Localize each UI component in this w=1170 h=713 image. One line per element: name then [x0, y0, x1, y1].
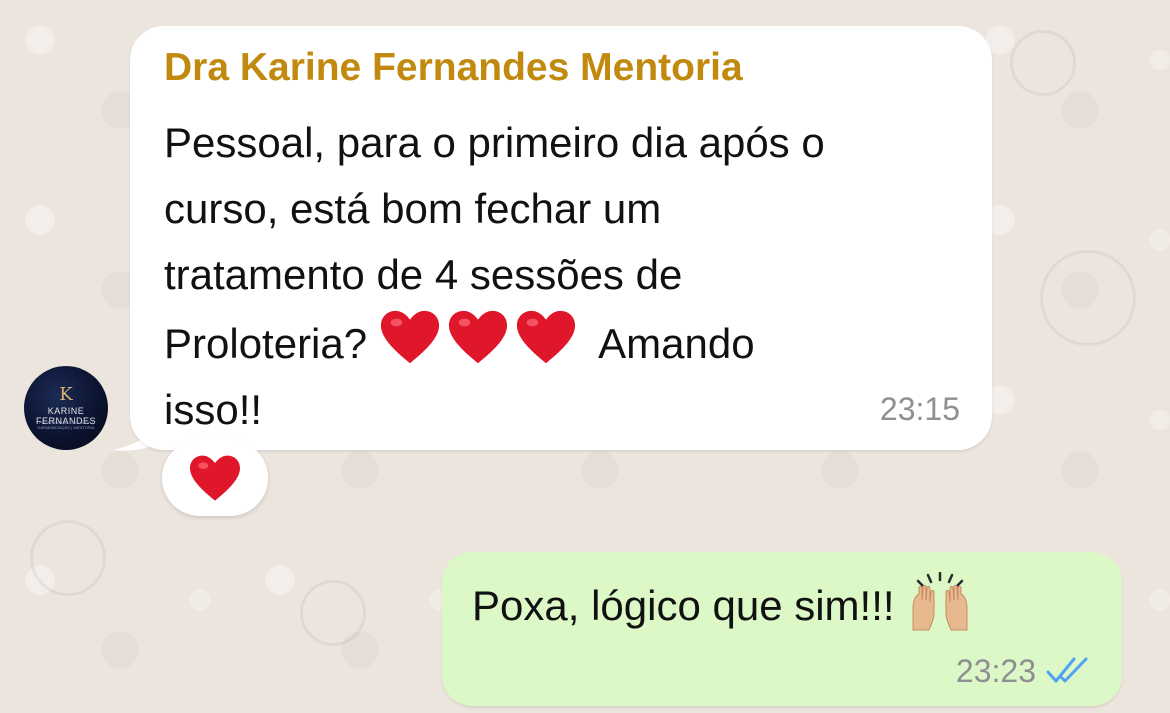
wallpaper-doodle	[300, 580, 366, 646]
message-timestamp: 23:23	[955, 653, 1036, 689]
message-fragment: Proloteria?	[164, 320, 368, 367]
message-line: tratamento de 4 sessões de	[164, 251, 683, 298]
avatar-tagline: PROFISSIONAL EM SAÚDE | HARMONIZAÇÃO | M…	[37, 420, 95, 430]
heart-reaction-icon	[190, 455, 240, 501]
heart-emoji-icon	[516, 310, 575, 364]
raised-hands-emoji-icon	[912, 572, 968, 631]
outgoing-message-text: Poxa, lógico que sim!!!	[472, 572, 975, 636]
message-line: curso, está bom fechar um	[164, 185, 662, 232]
heart-emoji-icon	[448, 310, 507, 364]
sender-avatar[interactable]: K KARINE FERNANDES PROFISSIONAL EM SAÚDE…	[24, 366, 108, 450]
sender-name[interactable]: Dra Karine Fernandes Mentoria	[164, 46, 743, 90]
message-fragment: Amando	[598, 320, 755, 367]
avatar-monogram: K	[59, 384, 73, 405]
wallpaper-doodle	[1040, 250, 1136, 346]
heart-emoji-icon	[380, 310, 439, 364]
message-line: isso!!	[164, 386, 263, 433]
incoming-message-bubble[interactable]: Dra Karine Fernandes Mentoria Pessoal, p…	[130, 26, 992, 450]
message-line: Pessoal, para o primeiro dia após o	[164, 119, 825, 166]
wallpaper-doodle	[30, 520, 106, 596]
message-timestamp: 23:15	[879, 391, 960, 427]
double-check-read-icon	[1046, 657, 1088, 683]
message-reaction[interactable]	[162, 440, 268, 516]
incoming-message-text: Pessoal, para o primeiro dia após o curs…	[164, 110, 964, 443]
outgoing-message-bubble[interactable]: Poxa, lógico que sim!!! 23:23	[442, 552, 1122, 706]
inline-hearts	[379, 308, 583, 377]
outgoing-message-content: Poxa, lógico que sim!!!	[472, 582, 895, 629]
wallpaper-doodle	[1010, 30, 1076, 96]
message-line: Proloteria? Amando	[164, 308, 964, 377]
